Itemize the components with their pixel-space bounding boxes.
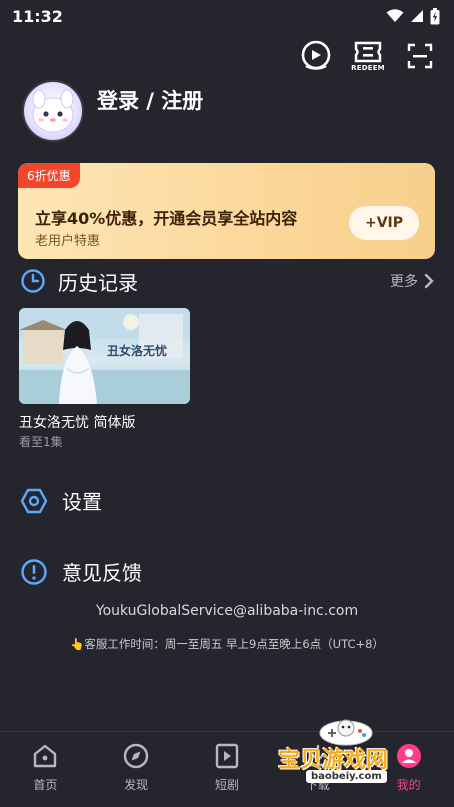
pointing-hand-icon: 👆 xyxy=(70,637,85,651)
compass-icon xyxy=(123,743,149,769)
tab-home[interactable]: 首页 xyxy=(10,742,80,793)
service-email: YoukuGlobalService@alibaba-inc.com xyxy=(95,603,359,619)
play-square-icon xyxy=(215,743,239,769)
home-icon xyxy=(34,744,57,768)
feedback-label: 意见反馈 xyxy=(62,561,142,585)
login-register-link[interactable]: 登录 / 注册 xyxy=(97,85,203,115)
status-icons xyxy=(386,7,440,25)
tab-short-drama[interactable]: 短剧 xyxy=(192,742,262,793)
vip-promo-title: 立享40%优惠，开通会员享全站内容 xyxy=(35,209,298,228)
feedback-row[interactable]: 意见反馈 xyxy=(20,557,142,586)
redeem-button[interactable]: REDEEM xyxy=(351,38,385,74)
status-time: 11:32 xyxy=(12,6,63,26)
more-label: 更多 xyxy=(390,274,418,290)
wifi-icon xyxy=(386,9,404,22)
top-actions: REDEEM xyxy=(300,38,436,74)
tab-home-label: 首页 xyxy=(33,778,58,792)
avatar[interactable] xyxy=(22,80,84,142)
redeem-label: REDEEM xyxy=(351,63,385,72)
history-item-progress: 看至1集 xyxy=(19,435,63,449)
tab-short-drama-label: 短剧 xyxy=(214,778,239,792)
history-header: 历史记录 更多 xyxy=(20,266,434,296)
thumbnail-title-overlay: 丑女洛无忧 xyxy=(107,344,168,358)
chevron-right-icon xyxy=(424,273,434,289)
watermark-url: baobeiy.com xyxy=(306,770,387,783)
tab-discover-label: 发现 xyxy=(124,778,149,792)
battery-icon xyxy=(430,7,440,24)
ticket-icon xyxy=(354,41,382,62)
service-hours-text: 客服工作时间：周一至周五 早上9点至晚上6点（UTC+8） xyxy=(84,637,384,651)
history-item-title[interactable]: 丑女洛无忧 简体版 xyxy=(19,412,135,432)
service-hours: 👆客服工作时间：周一至周五 早上9点至晚上6点（UTC+8） xyxy=(0,636,454,652)
scan-icon xyxy=(407,43,433,69)
vip-promo-banner[interactable]: 6折优惠 立享40%优惠，开通会员享全站内容 老用户特惠 +VIP xyxy=(18,163,435,259)
status-bar: 11:32 xyxy=(0,0,454,32)
history-more-link[interactable]: 更多 xyxy=(390,271,434,291)
watermark: 宝贝游戏网 baobeiy.com xyxy=(278,716,428,788)
tv-play-icon xyxy=(301,40,331,70)
clock-icon xyxy=(21,269,45,293)
settings-label: 设置 xyxy=(62,490,102,514)
vip-promo-subtitle: 老用户特惠 xyxy=(35,234,101,249)
vip-button[interactable]: +VIP xyxy=(349,206,419,240)
settings-row[interactable]: 设置 xyxy=(20,486,102,515)
history-title-group: 历史记录 xyxy=(20,267,138,296)
settings-hexagon-icon xyxy=(20,488,48,513)
mascot-avatar-icon xyxy=(32,89,74,133)
alert-circle-icon xyxy=(21,558,47,585)
history-title: 历史记录 xyxy=(58,270,138,295)
signal-icon xyxy=(411,10,423,22)
profile-section: 登录 / 注册 xyxy=(22,80,203,142)
scan-button[interactable] xyxy=(404,38,436,74)
tab-discover[interactable]: 发现 xyxy=(101,742,171,793)
discount-badge: 6折优惠 xyxy=(18,163,80,188)
history-item-thumbnail[interactable]: 丑女洛无忧 xyxy=(19,308,190,404)
tv-play-button[interactable] xyxy=(300,38,332,74)
